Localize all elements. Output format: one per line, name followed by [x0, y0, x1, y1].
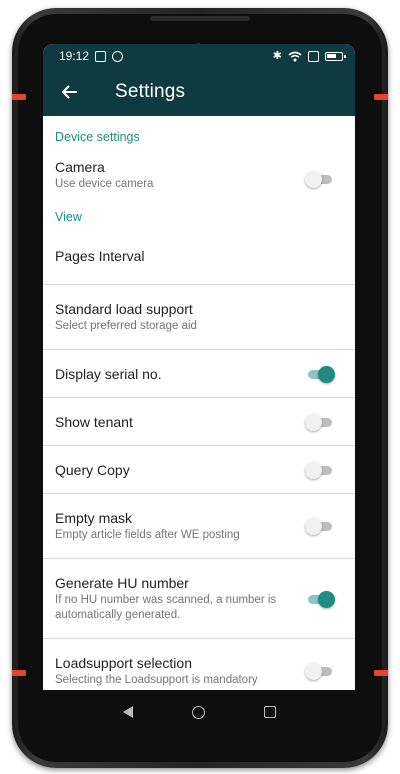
setting-show-tenant[interactable]: Show tenant	[43, 398, 355, 446]
camera-toggle[interactable]	[305, 170, 335, 188]
setting-subtitle: Use device camera	[55, 177, 154, 190]
status-bar: 19:12 ✱	[43, 44, 355, 68]
setting-camera[interactable]: Camera Use device camera	[43, 156, 355, 201]
setting-title: Loadsupport selection	[55, 655, 192, 671]
setting-query-copy[interactable]: Query Copy	[43, 446, 355, 494]
bluetooth-icon: ✱	[272, 49, 282, 62]
setting-title: Display serial no.	[55, 365, 162, 382]
show-tenant-toggle[interactable]	[305, 413, 335, 431]
status-time: 19:12	[59, 49, 90, 63]
loadsupport-selection-toggle[interactable]	[305, 662, 335, 680]
back-button[interactable]	[57, 80, 81, 104]
setting-title: Show tenant	[55, 413, 133, 430]
setting-empty-mask[interactable]: Empty mask Empty article fields after WE…	[43, 494, 355, 559]
setting-title: Empty mask	[55, 510, 133, 526]
setting-subtitle: Select preferred storage aid	[55, 320, 197, 332]
setting-generate-hu[interactable]: Generate HU number If no HU number was s…	[43, 559, 355, 639]
gallery-icon	[95, 50, 107, 62]
setting-pages-interval[interactable]: Pages Interval	[43, 228, 355, 285]
wifi-icon	[288, 51, 302, 61]
device-speaker	[150, 16, 250, 21]
app-bar: Settings	[43, 68, 355, 116]
setting-standard-load-support[interactable]: Standard load support Select preferred s…	[43, 285, 355, 350]
setting-title: Camera	[55, 158, 105, 175]
nav-home-icon[interactable]	[192, 705, 206, 719]
nav-back-icon	[123, 706, 134, 718]
setting-title: Query Copy	[55, 461, 130, 478]
settings-list: Device settings Camera Use device camera…	[43, 116, 355, 690]
device-trim-accent	[374, 670, 388, 676]
empty-mask-toggle[interactable]	[305, 517, 335, 535]
phone-screen: 19:12 ✱ Settings Device settings Camera	[43, 44, 355, 690]
setting-subtitle: Selecting the Loadsupport is mandatory	[55, 674, 258, 686]
display-serial-toggle[interactable]	[305, 365, 335, 383]
device-trim-accent	[12, 670, 26, 676]
navigation-bar	[43, 690, 355, 734]
setting-display-serial[interactable]: Display serial no.	[43, 350, 355, 398]
nav-back-button[interactable]	[122, 705, 134, 719]
battery-icon	[325, 51, 346, 61]
section-header-device: Device settings	[55, 130, 140, 144]
app-notification-icon	[112, 50, 124, 62]
no-sim-icon	[308, 50, 319, 62]
setting-subtitle: Empty article fields after WE posting	[55, 529, 240, 541]
generate-hu-toggle[interactable]	[305, 590, 335, 608]
device-trim-accent	[12, 94, 26, 100]
setting-loadsupport-selection[interactable]: Loadsupport selection Selecting the Load…	[43, 639, 355, 690]
setting-subtitle: If no HU number was scanned, a number is…	[55, 594, 277, 621]
setting-title: Pages Interval	[55, 248, 145, 264]
arrow-left-icon	[62, 85, 77, 99]
device-trim-accent	[374, 94, 388, 100]
nav-recents-icon[interactable]	[263, 706, 276, 718]
section-header-view: View	[55, 209, 82, 224]
query-copy-toggle[interactable]	[305, 461, 335, 479]
setting-title: Generate HU number	[55, 575, 189, 591]
setting-title: Standard load support	[55, 301, 193, 317]
page-title: Settings	[115, 81, 186, 102]
